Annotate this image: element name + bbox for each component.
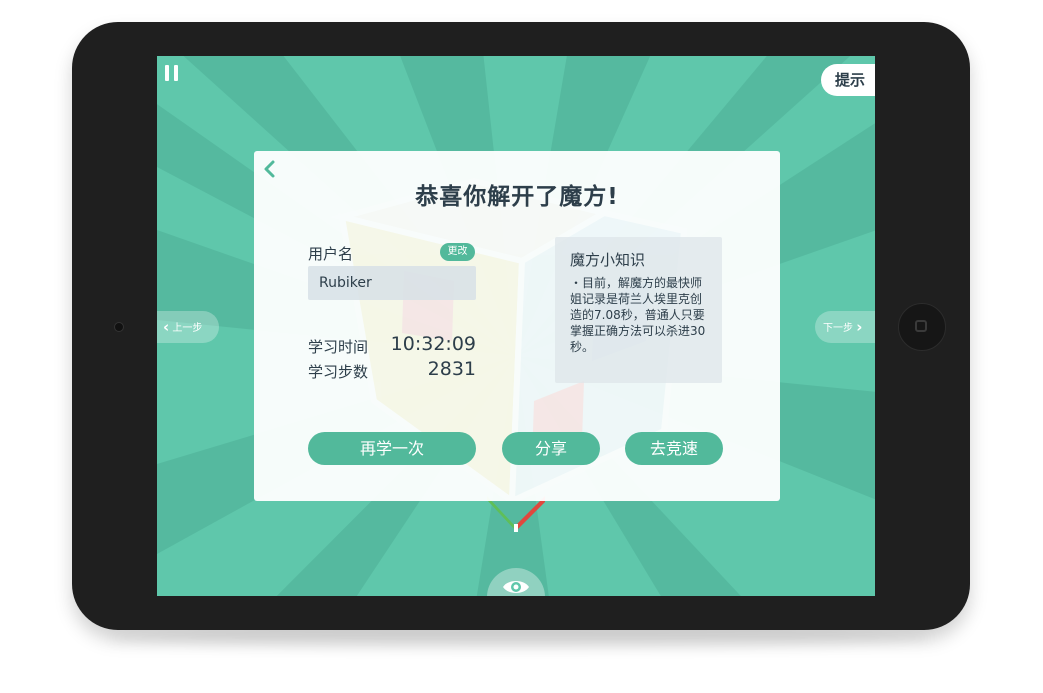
home-button[interactable] [898, 303, 946, 351]
previous-step-label: 上一步 [172, 323, 203, 334]
device-shadow [110, 628, 930, 648]
share-button[interactable]: 分享 [502, 432, 600, 465]
username-field[interactable]: Rubiker [308, 266, 476, 300]
cube-bottom-edge [487, 496, 545, 532]
change-username-button[interactable]: 更改 [440, 243, 475, 261]
camera-icon [114, 322, 124, 332]
back-button[interactable] [262, 159, 276, 179]
dialog-title: 恭喜你解开了魔方! [415, 184, 619, 210]
learn-again-button[interactable]: 再学一次 [308, 432, 476, 465]
go-race-button[interactable]: 去竞速 [625, 432, 723, 465]
tip-text: ・目前，解魔方的最快师姐记录是荷兰人埃里克创造的7.08秒，普通人只要掌握正确方… [570, 276, 706, 354]
username-label: 用户名 [308, 245, 354, 263]
success-dialog: 恭喜你解开了魔方! 用户名 更改 Rubiker 学习时间 10:32:09 学… [254, 151, 780, 501]
next-step-button[interactable]: 下一步 › [815, 311, 875, 343]
app-screen: 提示 ‹ 上一步 下一步 › 恭喜你解开了魔方! 用户名 更改 Rubiker … [157, 56, 875, 596]
chevron-left-icon: ‹ [163, 318, 170, 336]
tip-card: 魔方小知识 ・目前，解魔方的最快师姐记录是荷兰人埃里克创造的7.08秒，普通人只… [555, 237, 722, 383]
eye-icon [503, 581, 529, 593]
pause-icon[interactable] [165, 65, 179, 81]
study-steps-label: 学习步数 [308, 363, 369, 381]
study-steps-value: 2831 [427, 358, 476, 380]
previous-step-button[interactable]: ‹ 上一步 [157, 311, 219, 343]
study-time-label: 学习时间 [308, 338, 369, 356]
tip-title: 魔方小知识 [570, 251, 646, 269]
study-time-value: 10:32:09 [390, 333, 476, 355]
next-step-label: 下一步 [823, 323, 853, 334]
chevron-right-icon: › [856, 318, 863, 336]
hint-button[interactable]: 提示 [821, 64, 875, 96]
